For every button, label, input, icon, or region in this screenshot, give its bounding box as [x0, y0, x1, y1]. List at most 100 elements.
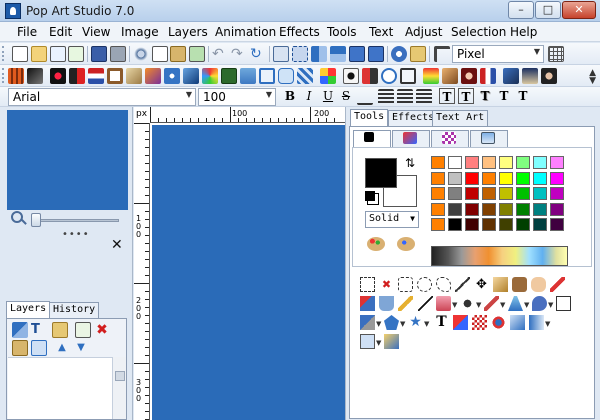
italic-button[interactable]: I	[301, 88, 317, 104]
brush-tool-icon[interactable]	[460, 296, 475, 311]
color-swatch[interactable]	[533, 171, 547, 185]
color-swatch[interactable]	[499, 187, 513, 200]
chevron-down-icon[interactable]: ▼	[452, 301, 457, 309]
stripes-effect-icon[interactable]	[297, 68, 313, 84]
magic-wand-tool-icon[interactable]	[455, 277, 470, 292]
brick-effect-icon[interactable]	[8, 68, 24, 84]
eraser-tool-icon[interactable]	[436, 296, 451, 311]
color-swatch[interactable]	[465, 187, 479, 200]
night-effect-icon[interactable]	[503, 68, 519, 84]
new-document-icon[interactable]	[50, 46, 66, 62]
menu-view[interactable]: View	[82, 25, 110, 39]
unit-select[interactable]: Pixel ▼	[452, 45, 544, 63]
flag-effect-icon[interactable]	[88, 68, 104, 84]
palette-edit-icon[interactable]	[397, 237, 415, 251]
color-swatch[interactable]	[533, 218, 547, 231]
menu-animation[interactable]: Animation	[215, 25, 276, 39]
pop-dots-effect-icon[interactable]	[50, 68, 66, 84]
stencil-effect-icon[interactable]	[541, 68, 557, 84]
tab-history[interactable]: History	[49, 302, 100, 318]
image-tool-icon[interactable]	[360, 334, 375, 349]
chevron-down-icon[interactable]: ▼	[500, 301, 505, 309]
layers-scrollbar-thumb[interactable]	[115, 371, 125, 381]
color-swatch[interactable]	[448, 187, 462, 200]
bold-button[interactable]: B	[282, 88, 298, 104]
color-swatch[interactable]	[431, 171, 445, 185]
text-tool-icon[interactable]: T	[434, 315, 449, 330]
layers-list[interactable]	[8, 357, 112, 419]
layers-scrollbar[interactable]	[112, 357, 126, 419]
underline-button[interactable]: U	[320, 88, 336, 104]
shape-tool-icon[interactable]	[360, 315, 375, 330]
chevron-down-icon[interactable]: ▼	[524, 301, 529, 309]
color-swatch[interactable]	[431, 202, 445, 216]
menu-selection[interactable]: Selection	[451, 25, 506, 39]
text-style-4-button[interactable]: T	[496, 88, 512, 104]
browse-folder-icon[interactable]	[410, 46, 426, 62]
text-style-2-button[interactable]: T	[458, 88, 474, 104]
stamp-tool-icon[interactable]	[512, 277, 527, 292]
import-icon[interactable]	[68, 46, 84, 62]
rounded-effect-icon[interactable]	[278, 68, 294, 84]
paste-icon[interactable]	[170, 46, 186, 62]
image-canvas[interactable]	[152, 125, 345, 420]
ellipse-select-tool-icon[interactable]	[417, 277, 432, 292]
subtab-color[interactable]	[353, 130, 391, 147]
copy-icon[interactable]	[152, 46, 168, 62]
color-swatch[interactable]	[516, 187, 530, 200]
gradient-color-bar[interactable]	[431, 246, 568, 266]
panel-close-button[interactable]: ✕	[111, 237, 123, 253]
color-swatch[interactable]	[482, 202, 496, 216]
face-effect-icon[interactable]	[461, 68, 477, 84]
smudge-tool-icon[interactable]	[532, 296, 547, 311]
rect-select-tool-icon[interactable]	[360, 277, 375, 292]
text-style-1-button[interactable]: T	[439, 88, 455, 104]
layer-add-text-icon[interactable]: T	[31, 322, 47, 338]
color-swatch[interactable]	[431, 187, 445, 200]
chevron-down-icon[interactable]: ▼	[589, 76, 596, 86]
select-all-tool-icon[interactable]	[398, 277, 413, 292]
layer-new-icon[interactable]	[75, 322, 91, 338]
color-swatch[interactable]	[533, 202, 547, 216]
sepia-effect-icon[interactable]	[126, 68, 142, 84]
flip-vertical-icon[interactable]	[330, 46, 346, 62]
open-file-icon[interactable]	[31, 46, 47, 62]
toolbar-grip[interactable]	[2, 46, 5, 61]
color-swatch[interactable]	[516, 171, 530, 185]
color-swatch[interactable]	[516, 218, 530, 231]
tab-tools[interactable]: Tools	[350, 109, 389, 127]
palette-icon[interactable]	[367, 237, 385, 251]
color-swatch[interactable]	[465, 218, 479, 231]
color-swatch[interactable]	[465, 156, 479, 169]
layer-delete-icon[interactable]: ✖	[94, 322, 110, 338]
deselect-tool-icon[interactable]: ✖	[379, 277, 394, 292]
airbrush-tool-icon[interactable]	[484, 296, 499, 311]
zoom-slider-track[interactable]	[31, 219, 119, 222]
settings-icon[interactable]	[391, 46, 407, 62]
color-swatch[interactable]	[499, 218, 513, 231]
color-swatch[interactable]	[482, 171, 496, 185]
eyedropper-tool-icon[interactable]	[550, 277, 565, 292]
gradient-effect-icon[interactable]	[145, 68, 161, 84]
lasso-tool-icon[interactable]	[436, 277, 451, 292]
gradient-tool-icon[interactable]	[510, 315, 525, 330]
pattern-fill-tool-icon[interactable]	[472, 315, 487, 330]
sky-effect-icon[interactable]	[240, 68, 256, 84]
circle-frame-effect-icon[interactable]	[381, 68, 397, 84]
star-tool-icon[interactable]: ★	[408, 315, 423, 330]
color-swatch[interactable]	[550, 218, 564, 231]
color-swatch[interactable]	[499, 202, 513, 216]
crop-icon[interactable]	[273, 46, 289, 62]
flip-horizontal-icon[interactable]	[311, 46, 327, 62]
underline-style-icon[interactable]	[357, 89, 373, 105]
tab-text-art[interactable]: Text Art	[432, 110, 489, 126]
color-mix-effect-icon[interactable]	[202, 68, 218, 84]
menu-adjust[interactable]: Adjust	[405, 25, 443, 39]
color-swatch[interactable]	[448, 202, 462, 216]
color-swatch[interactable]	[499, 171, 513, 185]
clone-tool-icon[interactable]	[384, 334, 399, 349]
fill-bucket-tool-icon[interactable]	[379, 296, 394, 311]
strikethrough-button[interactable]: S	[338, 88, 354, 104]
color-swatch[interactable]	[448, 156, 462, 169]
color-swatch[interactable]	[499, 156, 513, 169]
